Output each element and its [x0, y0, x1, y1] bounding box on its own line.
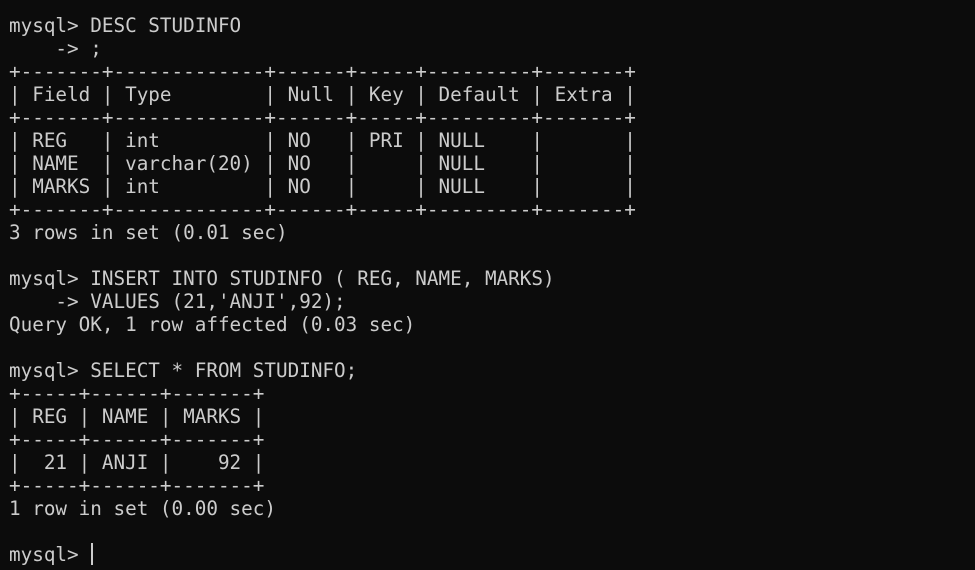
table-header-row: | Field | Type | Null | Key | Default | …: [9, 83, 636, 106]
result-status: Query OK, 1 row affected (0.03 sec): [9, 313, 416, 336]
result-status: 3 rows in set (0.01 sec): [9, 221, 288, 244]
terminal-line: -> VALUES (21,'ANJI',92);: [9, 290, 346, 313]
text-cursor: [91, 543, 94, 565]
table-header-row: | REG | NAME | MARKS |: [9, 405, 265, 428]
result-status: 1 row in set (0.00 sec): [9, 497, 276, 520]
table-row: | REG | int | NO | PRI | NULL | |: [9, 129, 636, 152]
table-border: +-----+------+-------+: [9, 474, 265, 497]
table-border: +-------+-------------+------+-----+----…: [9, 198, 636, 221]
table-row: | NAME | varchar(20) | NO | | NULL | |: [9, 152, 636, 175]
prompt-line[interactable]: mysql>: [9, 543, 975, 566]
terminal-line: mysql> DESC STUDINFO: [9, 14, 242, 37]
prompt-label: mysql>: [9, 543, 91, 566]
table-border: +-------+-------------+------+-----+----…: [9, 106, 636, 129]
terminal-line: mysql> SELECT * FROM STUDINFO;: [9, 359, 358, 382]
terminal-line: mysql> INSERT INTO STUDINFO ( REG, NAME,…: [9, 267, 555, 290]
terminal-window[interactable]: mysql> DESC STUDINFO -> ; +-------+-----…: [0, 0, 975, 570]
table-row: | 21 | ANJI | 92 |: [9, 451, 265, 474]
table-border: +-------+-------------+------+-----+----…: [9, 60, 636, 83]
terminal-line: -> ;: [9, 37, 102, 60]
table-row: | MARKS | int | NO | | NULL | |: [9, 175, 636, 198]
table-border: +-----+------+-------+: [9, 382, 265, 405]
table-border: +-----+------+-------+: [9, 428, 265, 451]
